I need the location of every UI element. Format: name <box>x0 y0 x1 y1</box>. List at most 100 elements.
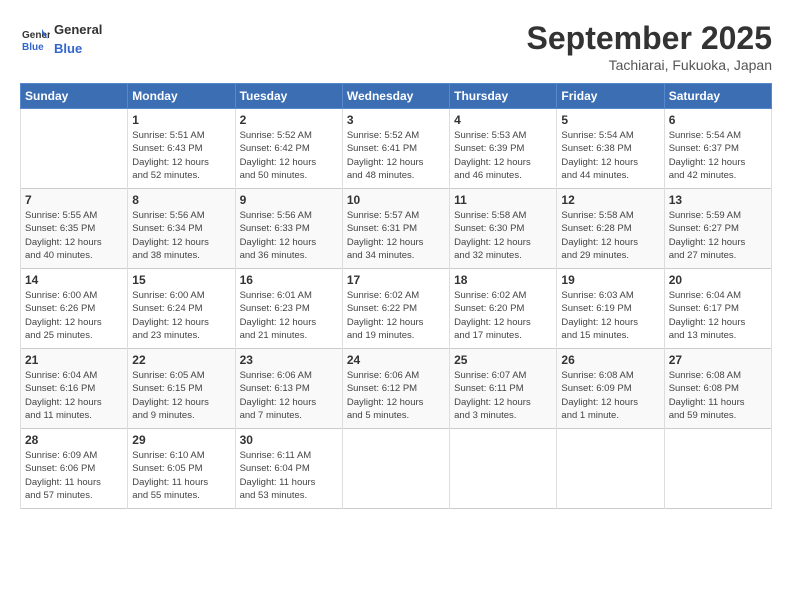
location-subtitle: Tachiarai, Fukuoka, Japan <box>527 57 772 73</box>
day-cell: 24 Sunrise: 6:06 AM Sunset: 6:12 PM Dayli… <box>342 349 449 429</box>
day-number: 23 <box>240 353 338 367</box>
day-cell: 3Sunrise: 5:52 AM Sunset: 6:41 PM Daylig… <box>342 109 449 189</box>
day-cell: 26 Sunrise: 6:08 AM Sunset: 6:09 PM Dayli… <box>557 349 664 429</box>
month-title: September 2025 <box>527 20 772 57</box>
logo: General Blue General Blue <box>20 20 102 58</box>
day-info: Sunrise: 6:09 AM Sunset: 6:06 PM Dayligh… <box>25 449 123 502</box>
day-cell: 16 Sunrise: 6:01 AM Sunset: 6:23 PM Dayli… <box>235 269 342 349</box>
day-info: Sunrise: 6:06 AM Sunset: 6:12 PM Dayligh… <box>347 369 445 422</box>
day-cell: 21 Sunrise: 6:04 AM Sunset: 6:16 PM Dayli… <box>21 349 128 429</box>
day-info: Sunrise: 5:56 AM Sunset: 6:34 PM Dayligh… <box>132 209 230 262</box>
day-info: Sunrise: 6:08 AM Sunset: 6:08 PM Dayligh… <box>669 369 767 422</box>
day-info: Sunrise: 5:58 AM Sunset: 6:28 PM Dayligh… <box>561 209 659 262</box>
day-cell: 17 Sunrise: 6:02 AM Sunset: 6:22 PM Dayli… <box>342 269 449 349</box>
day-cell <box>21 109 128 189</box>
day-info: Sunrise: 6:04 AM Sunset: 6:16 PM Dayligh… <box>25 369 123 422</box>
col-header-saturday: Saturday <box>664 84 771 109</box>
day-cell: 14 Sunrise: 6:00 AM Sunset: 6:26 PM Dayli… <box>21 269 128 349</box>
day-cell: 12Sunrise: 5:58 AM Sunset: 6:28 PM Dayli… <box>557 189 664 269</box>
day-info: Sunrise: 6:01 AM Sunset: 6:23 PM Dayligh… <box>240 289 338 342</box>
day-cell: 27Sunrise: 6:08 AM Sunset: 6:08 PM Dayli… <box>664 349 771 429</box>
day-number: 9 <box>240 193 338 207</box>
calendar-table: SundayMondayTuesdayWednesdayThursdayFrid… <box>20 83 772 509</box>
day-number: 26 <box>561 353 659 367</box>
day-number: 7 <box>25 193 123 207</box>
day-number: 6 <box>669 113 767 127</box>
day-cell: 7Sunrise: 5:55 AM Sunset: 6:35 PM Daylig… <box>21 189 128 269</box>
col-header-tuesday: Tuesday <box>235 84 342 109</box>
day-info: Sunrise: 6:00 AM Sunset: 6:24 PM Dayligh… <box>132 289 230 342</box>
day-number: 5 <box>561 113 659 127</box>
day-info: Sunrise: 6:08 AM Sunset: 6:09 PM Dayligh… <box>561 369 659 422</box>
day-number: 14 <box>25 273 123 287</box>
day-info: Sunrise: 5:56 AM Sunset: 6:33 PM Dayligh… <box>240 209 338 262</box>
logo-icon: General Blue <box>20 24 50 54</box>
day-number: 28 <box>25 433 123 447</box>
day-cell: 20 Sunrise: 6:04 AM Sunset: 6:17 PM Dayli… <box>664 269 771 349</box>
day-cell: 13 Sunrise: 5:59 AM Sunset: 6:27 PM Dayli… <box>664 189 771 269</box>
day-info: Sunrise: 6:07 AM Sunset: 6:11 PM Dayligh… <box>454 369 552 422</box>
day-info: Sunrise: 5:59 AM Sunset: 6:27 PM Dayligh… <box>669 209 767 262</box>
day-info: Sunrise: 6:03 AM Sunset: 6:19 PM Dayligh… <box>561 289 659 342</box>
day-info: Sunrise: 5:51 AM Sunset: 6:43 PM Dayligh… <box>132 129 230 182</box>
day-cell: 29 Sunrise: 6:10 AM Sunset: 6:05 PM Dayli… <box>128 429 235 509</box>
day-cell <box>342 429 449 509</box>
svg-text:Blue: Blue <box>22 42 44 53</box>
day-number: 18 <box>454 273 552 287</box>
day-info: Sunrise: 6:10 AM Sunset: 6:05 PM Dayligh… <box>132 449 230 502</box>
day-info: Sunrise: 6:00 AM Sunset: 6:26 PM Dayligh… <box>25 289 123 342</box>
day-number: 20 <box>669 273 767 287</box>
day-number: 17 <box>347 273 445 287</box>
day-number: 13 <box>669 193 767 207</box>
col-header-friday: Friday <box>557 84 664 109</box>
day-info: Sunrise: 5:54 AM Sunset: 6:38 PM Dayligh… <box>561 129 659 182</box>
day-info: Sunrise: 6:02 AM Sunset: 6:20 PM Dayligh… <box>454 289 552 342</box>
day-cell: 1Sunrise: 5:51 AM Sunset: 6:43 PM Daylig… <box>128 109 235 189</box>
day-cell: 10Sunrise: 5:57 AM Sunset: 6:31 PM Dayli… <box>342 189 449 269</box>
day-number: 22 <box>132 353 230 367</box>
col-header-monday: Monday <box>128 84 235 109</box>
day-number: 29 <box>132 433 230 447</box>
day-cell: 23Sunrise: 6:06 AM Sunset: 6:13 PM Dayli… <box>235 349 342 429</box>
day-number: 24 <box>347 353 445 367</box>
col-header-sunday: Sunday <box>21 84 128 109</box>
day-number: 25 <box>454 353 552 367</box>
week-row-2: 7Sunrise: 5:55 AM Sunset: 6:35 PM Daylig… <box>21 189 772 269</box>
day-cell: 9 Sunrise: 5:56 AM Sunset: 6:33 PM Daylig… <box>235 189 342 269</box>
day-number: 8 <box>132 193 230 207</box>
day-number: 2 <box>240 113 338 127</box>
day-info: Sunrise: 6:05 AM Sunset: 6:15 PM Dayligh… <box>132 369 230 422</box>
day-info: Sunrise: 6:11 AM Sunset: 6:04 PM Dayligh… <box>240 449 338 502</box>
day-info: Sunrise: 5:54 AM Sunset: 6:37 PM Dayligh… <box>669 129 767 182</box>
day-number: 15 <box>132 273 230 287</box>
day-cell: 6 Sunrise: 5:54 AM Sunset: 6:37 PM Daylig… <box>664 109 771 189</box>
day-info: Sunrise: 5:53 AM Sunset: 6:39 PM Dayligh… <box>454 129 552 182</box>
day-cell: 30 Sunrise: 6:11 AM Sunset: 6:04 PM Dayli… <box>235 429 342 509</box>
day-number: 19 <box>561 273 659 287</box>
week-row-1: 1Sunrise: 5:51 AM Sunset: 6:43 PM Daylig… <box>21 109 772 189</box>
day-info: Sunrise: 5:52 AM Sunset: 6:42 PM Dayligh… <box>240 129 338 182</box>
day-cell: 25 Sunrise: 6:07 AM Sunset: 6:11 PM Dayli… <box>450 349 557 429</box>
col-header-wednesday: Wednesday <box>342 84 449 109</box>
day-number: 30 <box>240 433 338 447</box>
day-number: 4 <box>454 113 552 127</box>
day-cell: 18 Sunrise: 6:02 AM Sunset: 6:20 PM Dayli… <box>450 269 557 349</box>
header-row: SundayMondayTuesdayWednesdayThursdayFrid… <box>21 84 772 109</box>
day-cell: 4 Sunrise: 5:53 AM Sunset: 6:39 PM Daylig… <box>450 109 557 189</box>
header: General Blue General Blue September 2025… <box>20 20 772 73</box>
day-info: Sunrise: 6:04 AM Sunset: 6:17 PM Dayligh… <box>669 289 767 342</box>
day-cell: 5 Sunrise: 5:54 AM Sunset: 6:38 PM Daylig… <box>557 109 664 189</box>
day-info: Sunrise: 5:52 AM Sunset: 6:41 PM Dayligh… <box>347 129 445 182</box>
week-row-5: 28 Sunrise: 6:09 AM Sunset: 6:06 PM Dayli… <box>21 429 772 509</box>
week-row-4: 21 Sunrise: 6:04 AM Sunset: 6:16 PM Dayli… <box>21 349 772 429</box>
day-number: 16 <box>240 273 338 287</box>
day-info: Sunrise: 6:02 AM Sunset: 6:22 PM Dayligh… <box>347 289 445 342</box>
day-number: 21 <box>25 353 123 367</box>
day-cell <box>557 429 664 509</box>
day-info: Sunrise: 5:58 AM Sunset: 6:30 PM Dayligh… <box>454 209 552 262</box>
logo-line1: General <box>54 22 102 37</box>
day-cell: 2 Sunrise: 5:52 AM Sunset: 6:42 PM Daylig… <box>235 109 342 189</box>
day-number: 10 <box>347 193 445 207</box>
day-cell: 11Sunrise: 5:58 AM Sunset: 6:30 PM Dayli… <box>450 189 557 269</box>
day-cell <box>664 429 771 509</box>
